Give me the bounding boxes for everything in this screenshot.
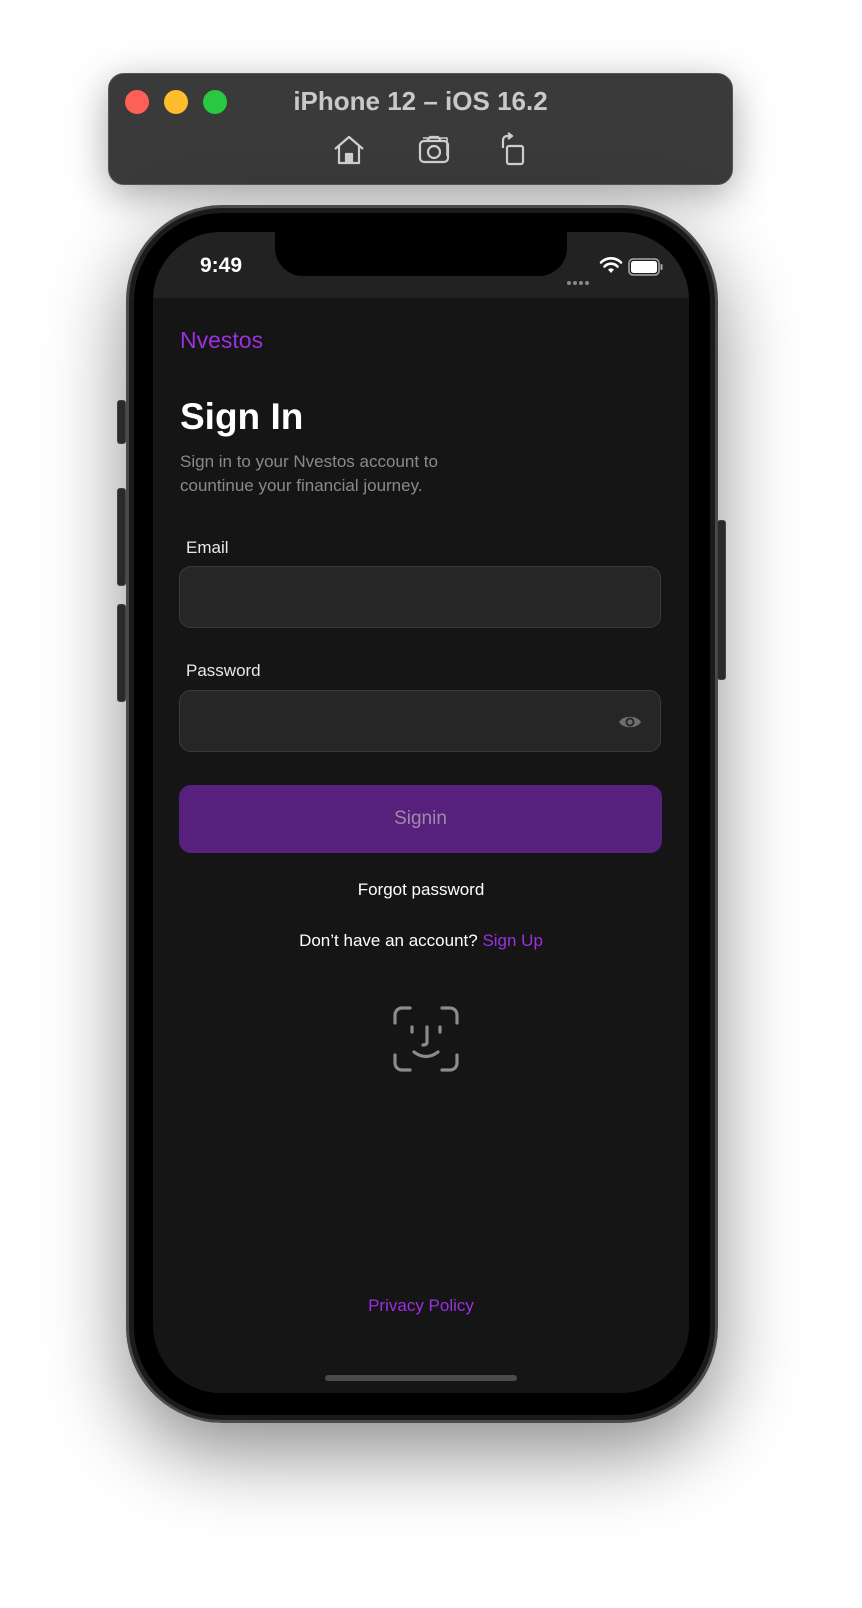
signin-button[interactable]: Signin <box>179 785 662 853</box>
mute-switch[interactable] <box>117 400 126 444</box>
simulator-title: iPhone 12 – iOS 16.2 <box>293 86 548 116</box>
notch <box>275 232 567 276</box>
password-label: Password <box>186 661 261 680</box>
email-label: Email <box>186 538 229 557</box>
forgot-password-link[interactable]: Forgot password <box>153 880 689 900</box>
wifi-icon <box>599 257 623 273</box>
page-title: Sign In <box>180 396 304 437</box>
page-subtitle: Sign in to your Nvestos account to count… <box>180 452 438 495</box>
signal-dots-icon <box>567 270 593 285</box>
brand-logo-text: Nvestos <box>180 327 264 353</box>
volume-up-button[interactable] <box>117 488 126 586</box>
show-password-eye-icon[interactable] <box>618 711 642 733</box>
privacy-policy-link[interactable]: Privacy Policy <box>153 1296 689 1316</box>
status-time: 9:49 <box>200 254 243 277</box>
power-button[interactable] <box>717 520 726 680</box>
simulator-toolbar: iPhone 12 – iOS 16.2 <box>108 73 733 185</box>
home-indicator[interactable] <box>325 1375 517 1381</box>
status-bar: 9:49 <box>153 232 689 298</box>
screenshot-icon[interactable] <box>417 132 453 168</box>
signup-prompt-row: Don’t have an account? Sign Up <box>153 931 689 951</box>
volume-down-button[interactable] <box>117 604 126 702</box>
app-screen: 9:49 Nvestos Sign In Sign in to your Nve… <box>153 232 689 1393</box>
signup-link[interactable]: Sign Up <box>482 931 542 950</box>
email-field[interactable] <box>179 566 661 628</box>
password-field[interactable] <box>179 690 661 752</box>
home-icon[interactable] <box>331 132 367 168</box>
signup-prompt-text: Don’t have an account? <box>299 931 478 950</box>
battery-icon <box>628 258 663 276</box>
rotate-icon[interactable] <box>495 132 531 168</box>
face-id-icon[interactable] <box>392 1005 460 1073</box>
